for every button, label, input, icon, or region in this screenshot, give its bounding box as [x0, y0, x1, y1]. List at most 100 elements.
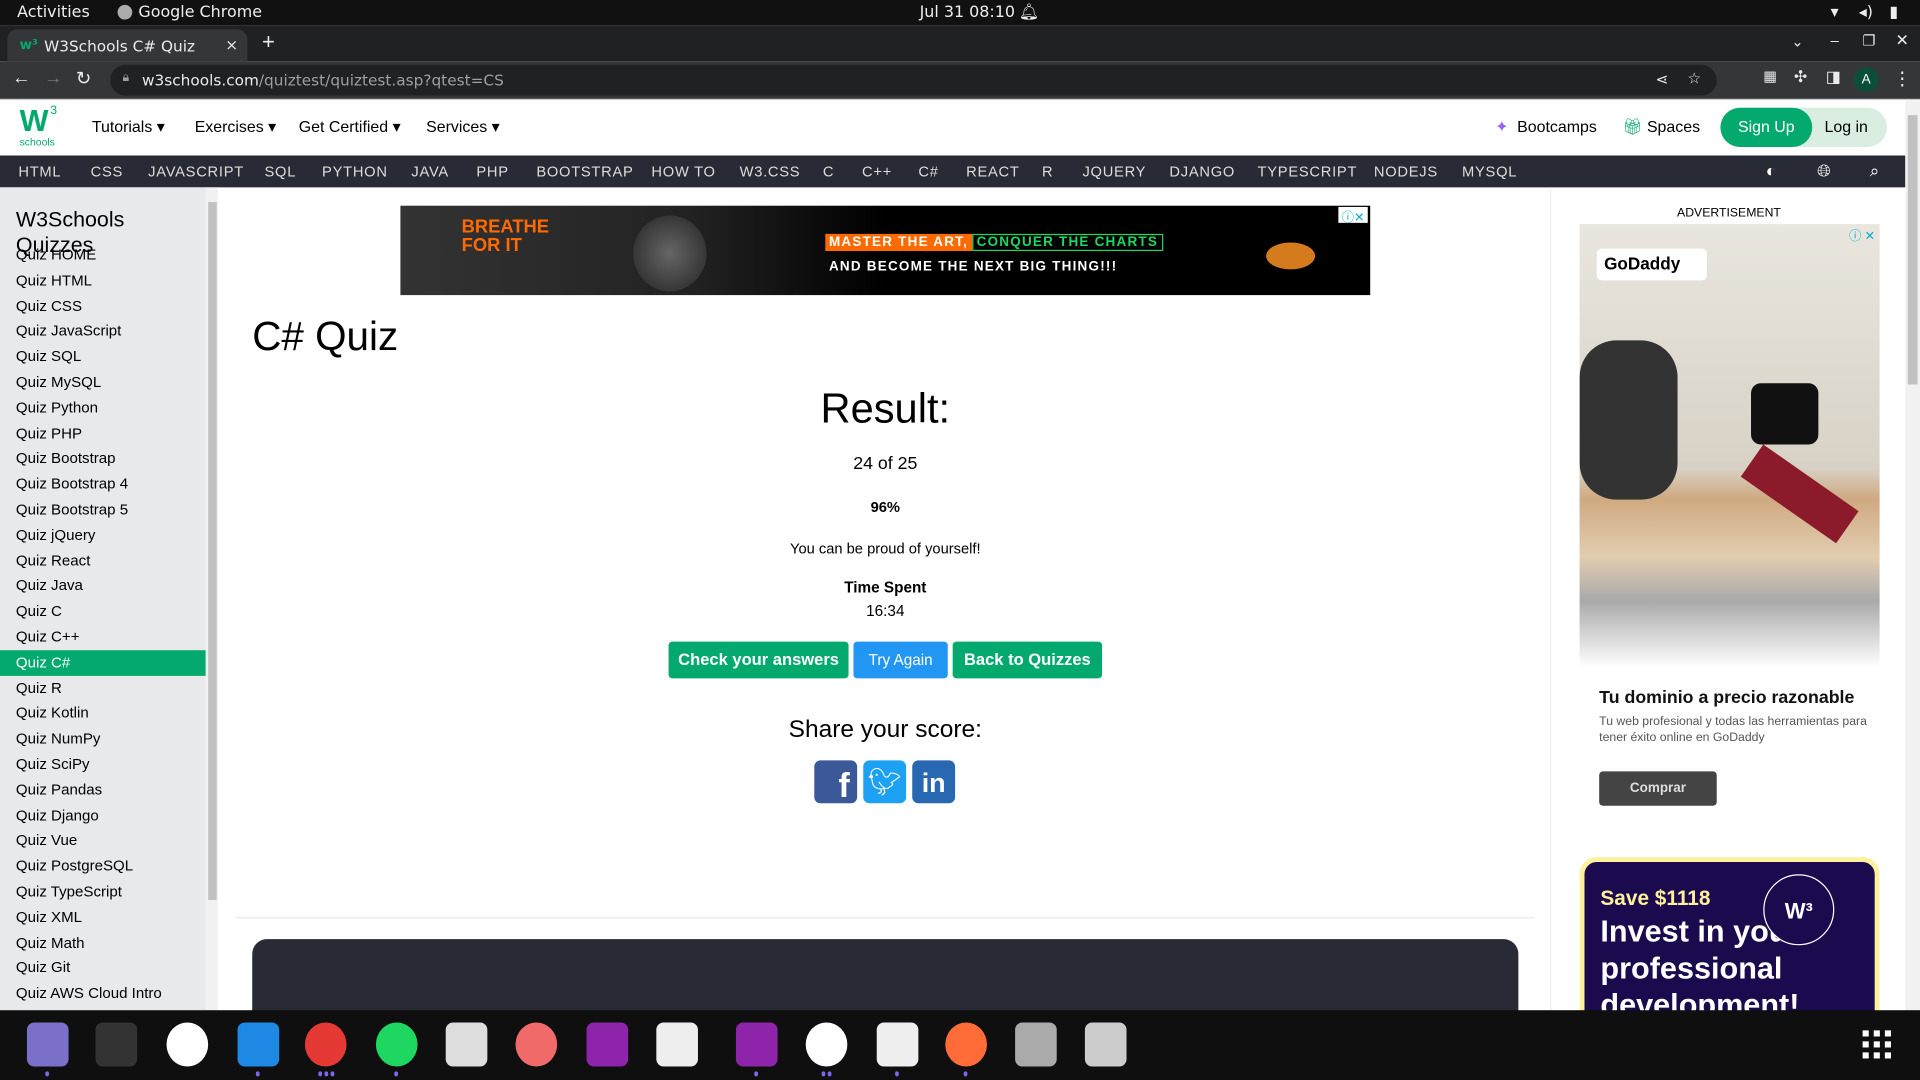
sidebar-item-quiz-javascript[interactable]: Quiz JavaScript: [0, 319, 206, 344]
asana-icon[interactable]: [515, 1022, 558, 1067]
close-tab-icon[interactable]: ×: [225, 36, 238, 54]
qr-code-icon[interactable]: ▦: [1763, 67, 1777, 84]
menu-get-certified[interactable]: Get Certified ▾: [299, 118, 401, 138]
sidebar-item-quiz-php[interactable]: Quiz PHP: [0, 421, 206, 446]
sidebar-item-quiz-c#[interactable]: Quiz C#: [0, 649, 206, 676]
sidebar-item-quiz-postgresql[interactable]: Quiz PostgreSQL: [0, 854, 206, 879]
sidebar-item-quiz-home[interactable]: Quiz HOME: [0, 242, 206, 267]
search-icon[interactable]: ⌕: [1870, 160, 1880, 181]
search-tool-icon[interactable]: [445, 1022, 488, 1067]
sidebar-item-quiz-kotlin[interactable]: Quiz Kotlin: [0, 701, 206, 726]
sidebar-item-quiz-c++[interactable]: Quiz C++: [0, 624, 206, 649]
linkedin-share-icon[interactable]: in: [912, 760, 956, 804]
battery-icon[interactable]: ▮: [1889, 4, 1898, 22]
sidebar-item-quiz-math[interactable]: Quiz Math: [0, 930, 206, 955]
side-panel-icon[interactable]: ◨: [1826, 67, 1841, 87]
sidebar-item-quiz-typescript[interactable]: Quiz TypeScript: [0, 879, 206, 904]
app-purple-icon[interactable]: [586, 1022, 629, 1067]
twitter-share-icon[interactable]: 🐦︎: [863, 760, 907, 804]
globe-icon[interactable]: 🌐︎: [1817, 160, 1831, 181]
back-icon[interactable]: ←: [12, 67, 30, 88]
sidebar-item-quiz-vue[interactable]: Quiz Vue: [0, 828, 206, 853]
bootcamps-link[interactable]: Bootcamps: [1517, 118, 1597, 136]
topnav-c-[interactable]: C++: [862, 163, 892, 180]
facebook-share-icon[interactable]: f: [814, 760, 858, 804]
wifi-icon[interactable]: ▾: [1831, 4, 1839, 22]
sidebar-item-quiz-css[interactable]: Quiz CSS: [0, 293, 206, 318]
files-icon[interactable]: [26, 1022, 69, 1067]
sidebar-item-quiz-sql[interactable]: Quiz SQL: [0, 344, 206, 369]
profile-avatar[interactable]: A: [1853, 67, 1879, 92]
app-purple-2-icon[interactable]: [735, 1022, 778, 1067]
topnav-sql[interactable]: SQL: [264, 163, 296, 180]
dark-mode-toggle-icon[interactable]: ◐: [1766, 160, 1777, 180]
sidebar-item-quiz-bootstrap[interactable]: Quiz Bootstrap: [0, 446, 206, 471]
vscode-icon[interactable]: [237, 1022, 280, 1067]
sidebar-item-quiz-aws-cloud-intro[interactable]: Quiz AWS Cloud Intro: [0, 981, 206, 1006]
terminal-icon[interactable]: [95, 1022, 138, 1067]
sidebar-scrollbar-thumb[interactable]: [208, 202, 217, 901]
sidebar-item-quiz-git[interactable]: Quiz Git: [0, 956, 206, 981]
topnav-c[interactable]: C: [823, 163, 834, 180]
sidebar-item-quiz-mysql[interactable]: Quiz MySQL: [0, 370, 206, 395]
spotify-icon[interactable]: [375, 1022, 418, 1067]
share-icon[interactable]: ⋖: [1656, 70, 1669, 88]
page-scrollbar-thumb[interactable]: [1907, 115, 1918, 385]
sidebar-item-quiz-html[interactable]: Quiz HTML: [0, 268, 206, 293]
browser-tab[interactable]: w³ W3Schools C# Quiz ×: [7, 29, 248, 62]
sidebar-item-quiz-scipy[interactable]: Quiz SciPy: [0, 752, 206, 777]
w3-promo-ad[interactable]: Save $1118 Invest in your professional d…: [1579, 857, 1880, 1029]
minimize-icon[interactable]: –: [1831, 32, 1839, 49]
sidebar-item-quiz-r[interactable]: Quiz R: [0, 675, 206, 700]
new-tab-button[interactable]: +: [262, 29, 275, 55]
topnav-python[interactable]: PYTHON: [322, 163, 388, 180]
postman-icon[interactable]: [945, 1022, 987, 1067]
topnav-w3-css[interactable]: W3.CSS: [740, 163, 801, 180]
page-scrollbar[interactable]: [1905, 100, 1920, 1011]
topnav-django[interactable]: DJANGO: [1169, 163, 1235, 180]
menu-tutorials[interactable]: Tutorials ▾: [92, 118, 165, 138]
tab-search-icon[interactable]: ⌄: [1791, 33, 1803, 50]
topnav-nodejs[interactable]: NODEJS: [1374, 163, 1438, 180]
topnav-html[interactable]: HTML: [18, 163, 61, 180]
try-again-button[interactable]: Try Again: [853, 641, 948, 679]
document-viewer-icon[interactable]: [656, 1022, 698, 1067]
close-window-icon[interactable]: ✕: [1896, 31, 1909, 51]
restore-icon[interactable]: ❐: [1862, 32, 1875, 49]
mongodb-compass-icon[interactable]: [805, 1022, 848, 1067]
menu-services[interactable]: Services ▾: [426, 118, 499, 138]
sidebar-item-quiz-pandas[interactable]: Quiz Pandas: [0, 777, 206, 802]
sidebar-item-quiz-bootstrap-5[interactable]: Quiz Bootstrap 5: [0, 497, 206, 522]
sidebar-item-quiz-bootstrap-4[interactable]: Quiz Bootstrap 4: [0, 472, 206, 497]
activities-button[interactable]: Activities: [17, 4, 90, 22]
drive-icon[interactable]: [1015, 1022, 1057, 1067]
topnav-how-to[interactable]: HOW TO: [651, 163, 715, 180]
sidebar-item-quiz-django[interactable]: Quiz Django: [0, 803, 206, 828]
check-answers-button[interactable]: Check your answers: [668, 641, 849, 679]
sign-up-button[interactable]: Sign Up: [1720, 107, 1813, 147]
topnav-php[interactable]: PHP: [476, 163, 508, 180]
trash-icon[interactable]: [1084, 1022, 1127, 1067]
sidebar-item-quiz-python[interactable]: Quiz Python: [0, 395, 206, 420]
sidebar-item-quiz-react[interactable]: Quiz React: [0, 548, 206, 573]
bookmark-star-icon[interactable]: ☆: [1687, 69, 1701, 87]
menu-exercises[interactable]: Exercises ▾: [195, 118, 276, 138]
slack-icon[interactable]: [166, 1022, 209, 1067]
sidebar-item-quiz-xml[interactable]: Quiz XML: [0, 905, 206, 930]
extensions-icon[interactable]: ✣: [1794, 67, 1807, 87]
topnav-css[interactable]: CSS: [91, 163, 123, 180]
reload-icon[interactable]: ↻: [76, 67, 91, 90]
topnav-r[interactable]: R: [1042, 163, 1053, 180]
topnav-react[interactable]: REACT: [966, 163, 1019, 180]
menu-kebab-icon[interactable]: ⋮: [1893, 67, 1911, 90]
topnav-java[interactable]: JAVA: [411, 163, 449, 180]
topnav-typescript[interactable]: TYPESCRIPT: [1258, 163, 1358, 180]
text-editor-icon[interactable]: [876, 1022, 919, 1067]
forward-icon[interactable]: →: [44, 67, 62, 88]
spaces-link[interactable]: Spaces: [1647, 118, 1700, 136]
volume-icon[interactable]: ◂): [1859, 4, 1873, 22]
topnav-bootstrap[interactable]: BOOTSTRAP: [536, 163, 633, 180]
ad-choices-icon[interactable]: ⓘ ✕: [1849, 225, 1875, 243]
godaddy-ad-image[interactable]: GoDaddy ⓘ ✕: [1579, 224, 1880, 668]
clock[interactable]: Jul 31 08:10: [920, 4, 1015, 22]
